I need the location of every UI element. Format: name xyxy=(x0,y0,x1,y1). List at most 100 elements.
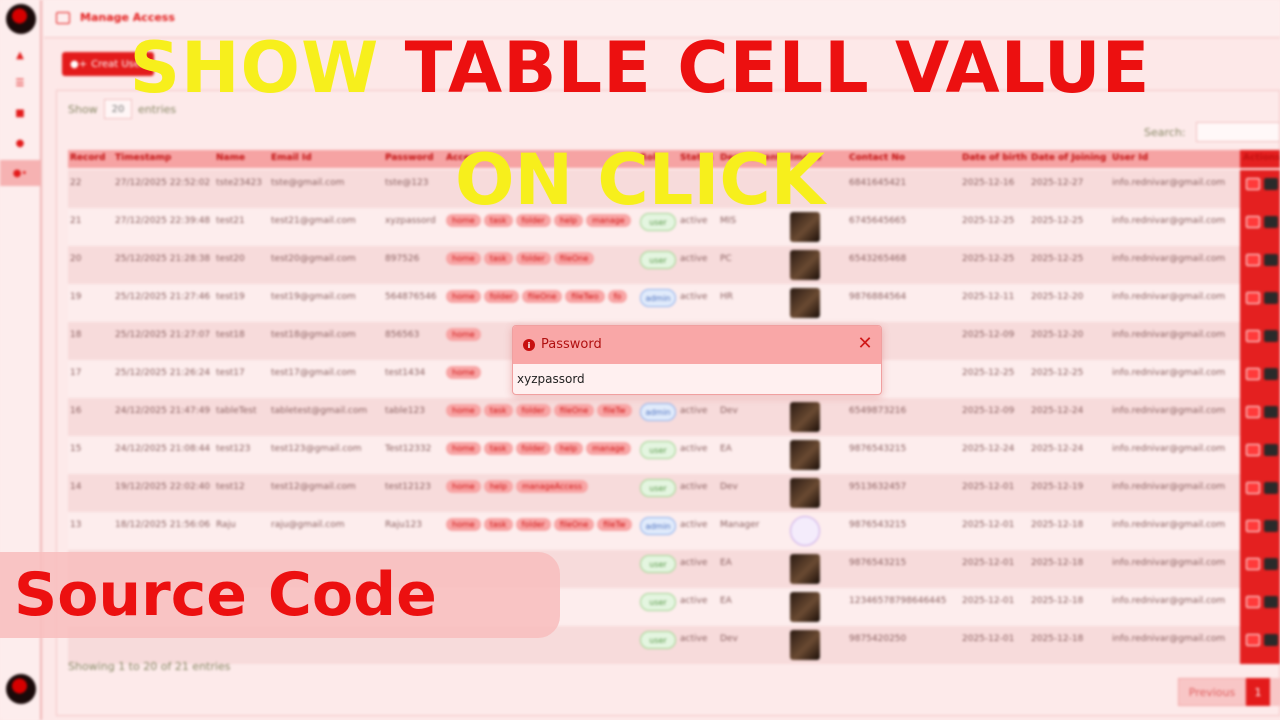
cell-dob[interactable]: 2025-12-01 xyxy=(962,596,1028,606)
cell-dob[interactable]: 2025-12-09 xyxy=(962,330,1028,340)
cell-contact[interactable]: 6549873216 xyxy=(849,406,959,416)
cell-userid[interactable]: info.rednivar@gmail.com xyxy=(1112,292,1238,302)
edit-icon[interactable] xyxy=(1246,292,1260,304)
edit-icon[interactable] xyxy=(1246,254,1260,266)
delete-icon[interactable] xyxy=(1264,330,1278,342)
cell-status[interactable]: active xyxy=(680,520,718,530)
cell-contact[interactable]: 9875420250 xyxy=(849,634,959,644)
previous-page-button[interactable]: Previous xyxy=(1178,678,1246,706)
cell-name[interactable]: test18 xyxy=(216,330,267,340)
cell-password[interactable]: table123 xyxy=(385,406,442,416)
edit-icon[interactable] xyxy=(1246,406,1260,418)
close-icon[interactable]: ✕ xyxy=(855,334,875,354)
cell-doj[interactable]: 2025-12-18 xyxy=(1031,520,1109,530)
cell-password[interactable]: Raju123 xyxy=(385,520,442,530)
delete-icon[interactable] xyxy=(1264,482,1278,494)
cell-email[interactable]: test12@gmail.com xyxy=(271,482,381,492)
cell-timestamp[interactable]: 25/12/2025 21:28:38 xyxy=(115,254,212,264)
cell-dept[interactable]: PC xyxy=(720,254,786,264)
edit-icon[interactable] xyxy=(1246,368,1260,380)
delete-icon[interactable] xyxy=(1264,292,1278,304)
cell-status[interactable]: active xyxy=(680,444,718,454)
cell-timestamp[interactable]: 18/12/2025 21:56:06 xyxy=(115,520,212,530)
delete-icon[interactable] xyxy=(1264,520,1278,532)
delete-icon[interactable] xyxy=(1264,444,1278,456)
cell-record[interactable]: 13 xyxy=(70,520,111,530)
cell-userid[interactable]: info.rednivar@gmail.com xyxy=(1112,330,1238,340)
cell-timestamp[interactable]: 19/12/2025 22:02:40 xyxy=(115,482,212,492)
cell-password[interactable]: 564876546 xyxy=(385,292,442,302)
delete-icon[interactable] xyxy=(1264,596,1278,608)
cell-name[interactable]: test20 xyxy=(216,254,267,264)
cell-doj[interactable]: 2025-12-25 xyxy=(1031,254,1109,264)
user-image[interactable] xyxy=(790,478,820,508)
cell-access[interactable]: home task folder fileOne fileTw xyxy=(446,404,634,417)
cell-timestamp[interactable]: 25/12/2025 21:27:46 xyxy=(115,292,212,302)
cell-timestamp[interactable]: 25/12/2025 21:27:07 xyxy=(115,330,212,340)
delete-icon[interactable] xyxy=(1264,406,1278,418)
user-image[interactable] xyxy=(790,516,820,546)
edit-icon[interactable] xyxy=(1246,558,1260,570)
cell-doj[interactable]: 2025-12-24 xyxy=(1031,406,1109,416)
cell-email[interactable]: tabletest@gmail.com xyxy=(271,406,381,416)
cell-status[interactable]: active xyxy=(680,292,718,302)
cell-dob[interactable]: 2025-12-25 xyxy=(962,254,1028,264)
delete-icon[interactable] xyxy=(1264,634,1278,646)
cell-contact[interactable]: 9876543215 xyxy=(849,520,959,530)
cell-password[interactable]: 897526 xyxy=(385,254,442,264)
cell-record[interactable]: 18 xyxy=(70,330,111,340)
cell-access[interactable]: home task folder fileOne xyxy=(446,252,634,265)
cell-password[interactable]: test12123 xyxy=(385,482,442,492)
edit-icon[interactable] xyxy=(1246,330,1260,342)
cell-userid[interactable]: info.rednivar@gmail.com xyxy=(1112,482,1238,492)
cell-dob[interactable]: 2025-12-11 xyxy=(962,292,1028,302)
delete-icon[interactable] xyxy=(1264,254,1278,266)
cell-name[interactable]: test19 xyxy=(216,292,267,302)
cell-access[interactable]: home task folder fileOne fileTw xyxy=(446,518,634,531)
cell-access[interactable]: home task folder help manage xyxy=(446,442,634,455)
cell-dob[interactable]: 2025-12-01 xyxy=(962,558,1028,568)
cell-dept[interactable]: Dev xyxy=(720,406,786,416)
cell-userid[interactable]: info.rednivar@gmail.com xyxy=(1112,634,1238,644)
cell-password[interactable]: 856563 xyxy=(385,330,442,340)
cell-email[interactable]: test17@gmail.com xyxy=(271,368,381,378)
cell-email[interactable]: test20@gmail.com xyxy=(271,254,381,264)
cell-record[interactable]: 15 xyxy=(70,444,111,454)
user-avatar-icon[interactable] xyxy=(6,674,36,704)
cell-record[interactable]: 20 xyxy=(70,254,111,264)
cell-contact[interactable]: 9876884564 xyxy=(849,292,959,302)
cell-dept[interactable]: HR xyxy=(720,292,786,302)
cell-contact[interactable]: 9513632457 xyxy=(849,482,959,492)
cell-dept[interactable]: EA xyxy=(720,596,786,606)
cell-email[interactable]: raju@gmail.com xyxy=(271,520,381,530)
cell-record[interactable]: 17 xyxy=(70,368,111,378)
cell-status[interactable]: active xyxy=(680,254,718,264)
edit-icon[interactable] xyxy=(1246,596,1260,608)
edit-icon[interactable] xyxy=(1246,520,1260,532)
cell-doj[interactable]: 2025-12-25 xyxy=(1031,368,1109,378)
cell-dept[interactable]: Dev xyxy=(720,634,786,644)
cell-email[interactable]: test18@gmail.com xyxy=(271,330,381,340)
cell-doj[interactable]: 2025-12-24 xyxy=(1031,444,1109,454)
cell-userid[interactable]: info.rednivar@gmail.com xyxy=(1112,520,1238,530)
user-image[interactable] xyxy=(790,592,820,622)
cell-name[interactable]: test123 xyxy=(216,444,267,454)
cell-dob[interactable]: 2025-12-01 xyxy=(962,634,1028,644)
user-image[interactable] xyxy=(790,250,820,280)
edit-icon[interactable] xyxy=(1246,444,1260,456)
cell-dept[interactable]: EA xyxy=(720,444,786,454)
cell-record[interactable]: 14 xyxy=(70,482,111,492)
cell-access[interactable]: home help manageAccess xyxy=(446,480,634,493)
cell-name[interactable]: test17 xyxy=(216,368,267,378)
cell-name[interactable]: test12 xyxy=(216,482,267,492)
cell-dob[interactable]: 2025-12-01 xyxy=(962,482,1028,492)
user-image[interactable] xyxy=(790,402,820,432)
edit-icon[interactable] xyxy=(1246,634,1260,646)
cell-name[interactable]: tableTest xyxy=(216,406,267,416)
cell-dob[interactable]: 2025-12-24 xyxy=(962,444,1028,454)
cell-doj[interactable]: 2025-12-18 xyxy=(1031,596,1109,606)
cell-doj[interactable]: 2025-12-19 xyxy=(1031,482,1109,492)
cell-record[interactable]: 16 xyxy=(70,406,111,416)
cell-userid[interactable]: info.rednivar@gmail.com xyxy=(1112,596,1238,606)
cell-timestamp[interactable]: 24/12/2025 21:47:49 xyxy=(115,406,212,416)
